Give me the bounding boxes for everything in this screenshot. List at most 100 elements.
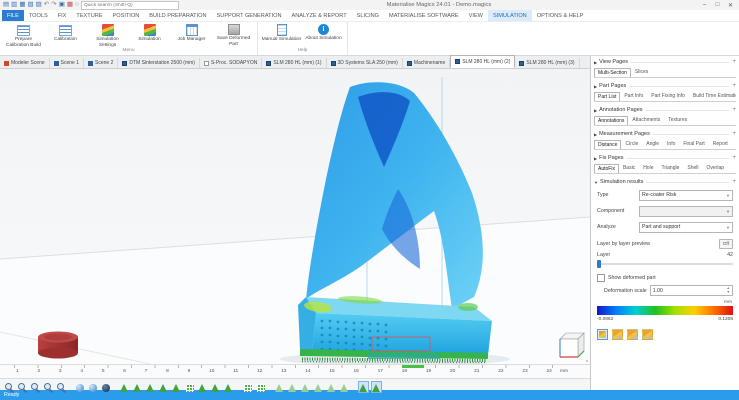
preview-mode-3-icon[interactable] (627, 329, 638, 340)
scene-tab-machinename[interactable]: Machinename (403, 58, 450, 68)
page-tab[interactable]: Attachments (628, 115, 664, 125)
zoom-in-icon[interactable] (16, 381, 27, 393)
undo-icon[interactable]: ↶ (44, 2, 49, 9)
minimize-button[interactable]: – (699, 2, 710, 8)
ribbon-tab[interactable]: OPTIONS & HELP (532, 10, 589, 21)
redo-icon[interactable]: ↷ (51, 2, 56, 9)
deformation-scale-input[interactable]: 1.00 ▲▼ (650, 285, 733, 296)
section-simulation-results[interactable]: ▼ Simulation results + (594, 178, 736, 186)
page-tab[interactable]: Final Part (679, 139, 708, 149)
page-tab[interactable]: Report (709, 139, 732, 149)
show-deformed-checkbox[interactable] (597, 274, 605, 282)
save-deformed-part-button[interactable]: Save Deformed Part (213, 23, 254, 48)
measure-icon[interactable] (223, 381, 234, 393)
add-page-icon[interactable]: + (732, 155, 736, 161)
add-page-icon[interactable]: + (732, 83, 736, 89)
analyze-dropdown[interactable]: Part and support ▼ (639, 222, 733, 233)
preview-mode-2-icon[interactable] (612, 329, 623, 340)
zoom-icon[interactable] (3, 381, 14, 393)
section-fix-pages[interactable]: ▶ Fix Pages + (594, 154, 736, 162)
page-tab[interactable]: Triangle (657, 163, 683, 173)
page-tab[interactable]: Overlap (703, 163, 729, 173)
page-tab[interactable]: Info (663, 139, 679, 149)
ribbon-tab[interactable]: FIX (53, 10, 72, 21)
section-view-pages[interactable]: ▶ View Pages + (594, 58, 736, 66)
layer-preview-toggle[interactable]: Off (719, 239, 733, 249)
supports-view-icon[interactable] (274, 381, 285, 393)
simulation-settings-button[interactable]: Simulation Settings (87, 23, 128, 48)
spinner-arrows-icon[interactable]: ▲▼ (727, 287, 730, 294)
page-tab[interactable]: Part List (594, 92, 620, 102)
slice-preview-icon[interactable] (358, 381, 369, 393)
scene-tab-1[interactable]: Scene 1 (50, 58, 84, 68)
scene-tab-slm-2[interactable]: SLM 280 HL (mm) (2) (450, 55, 515, 68)
page-tab[interactable]: Textures (664, 115, 691, 125)
section-annotation-pages[interactable]: ▶ Annotation Pages + (594, 106, 736, 114)
ribbon-tab[interactable]: SUPPORT GENERATION (212, 10, 287, 21)
scene-tab-slm-3[interactable]: SLM 280 HL (mm) (3) (515, 58, 579, 68)
ribbon-tab[interactable]: SIMULATION (488, 10, 532, 21)
page-tab[interactable]: Part Info (620, 91, 647, 101)
scene-tab-modeler[interactable]: Modeler Scene (0, 58, 50, 68)
zoom-window-icon[interactable] (42, 381, 53, 393)
new-scene-icon[interactable]: ▤ (3, 2, 9, 9)
calibration-button[interactable]: Calibration (45, 23, 86, 48)
simulation-button[interactable]: Simulation (129, 23, 170, 48)
page-tab[interactable]: Distance (594, 140, 621, 150)
add-page-icon[interactable]: + (732, 107, 736, 113)
section-measurement-pages[interactable]: ▶ Measurement Pages + (594, 130, 736, 138)
page-tab[interactable]: Shell (683, 163, 702, 173)
type-dropdown[interactable]: Re-coater Risk ▼ (639, 190, 733, 201)
layer-slider[interactable] (597, 260, 733, 268)
page-tab[interactable]: Basic (619, 163, 639, 173)
rotate-view-icon[interactable] (74, 381, 85, 393)
prepare-calibration-build-button[interactable]: Prepare Calibration Build (3, 23, 44, 48)
ribbon-tab[interactable]: ANALYZE & REPORT (287, 10, 352, 21)
duplicate-part-icon[interactable] (171, 381, 182, 393)
ribbon-tab[interactable]: TOOLS (24, 10, 53, 21)
pan-view-icon[interactable] (87, 381, 98, 393)
zoom-fit-icon[interactable] (55, 381, 66, 393)
slider-thumb[interactable] (597, 260, 601, 268)
nesting-icon[interactable] (313, 381, 324, 393)
page-tab[interactable]: AutoFix (594, 164, 619, 174)
page-tab[interactable]: Circle (621, 139, 642, 149)
manual-simulation-button[interactable]: Manual Simulation (261, 23, 302, 48)
ribbon-tab[interactable]: MATERIALISE SOFTWARE (384, 10, 464, 21)
page-tab[interactable]: Angle (642, 139, 663, 149)
viewport-3d[interactable]: x (0, 69, 590, 364)
about-simulation-button[interactable]: About Simulation (303, 23, 344, 48)
orientation-icon[interactable] (300, 381, 311, 393)
add-page-icon[interactable]: + (732, 179, 736, 185)
ribbon-tab[interactable]: VIEW (464, 10, 488, 21)
red-cylinder-part[interactable] (38, 332, 78, 359)
component-dropdown[interactable]: ▼ (639, 206, 733, 217)
import-part-icon[interactable]: ▥ (11, 2, 17, 9)
duplicate-icon[interactable]: ▨ (36, 2, 42, 9)
screenshot-icon[interactable]: ▣ (59, 2, 65, 9)
default-views-icon[interactable] (100, 381, 111, 393)
add-page-icon[interactable]: + (732, 59, 736, 65)
mirror-part-icon[interactable] (158, 381, 169, 393)
page-tab[interactable]: Build Time Estimation (689, 91, 736, 101)
ribbon-tab[interactable]: POSITION (108, 10, 145, 21)
preview-mode-4-icon[interactable] (642, 329, 653, 340)
maximize-button[interactable]: □ (712, 2, 723, 8)
scene-tab-sinterstation[interactable]: DTM Sinterstation 2500 (mm) (118, 58, 200, 68)
search-icon[interactable]: ○ (75, 2, 79, 9)
page-tab[interactable]: Part Fixing Info (647, 91, 689, 101)
platform-view-icon[interactable] (255, 381, 266, 393)
simulation-results-icon[interactable] (371, 381, 382, 393)
scene-tab-sla250[interactable]: 3D Systems SLA 250 (mm) (327, 58, 403, 68)
scene-tab-2[interactable]: Scene 2 (84, 58, 118, 68)
collision-icon[interactable] (326, 381, 337, 393)
ribbon-tab[interactable]: TEXTURE (71, 10, 107, 21)
page-tab[interactable]: Hole (639, 163, 657, 173)
delete-icon[interactable]: ▩ (67, 2, 73, 9)
ribbon-tab[interactable]: BUILD PREPARATION (144, 10, 211, 21)
job-manager-button[interactable]: Job Manager (171, 23, 212, 48)
chair-model[interactable] (298, 82, 492, 362)
scale-part-icon[interactable] (145, 381, 156, 393)
page-tab[interactable]: Annotations (594, 116, 628, 126)
grid-view-icon[interactable] (242, 381, 253, 393)
